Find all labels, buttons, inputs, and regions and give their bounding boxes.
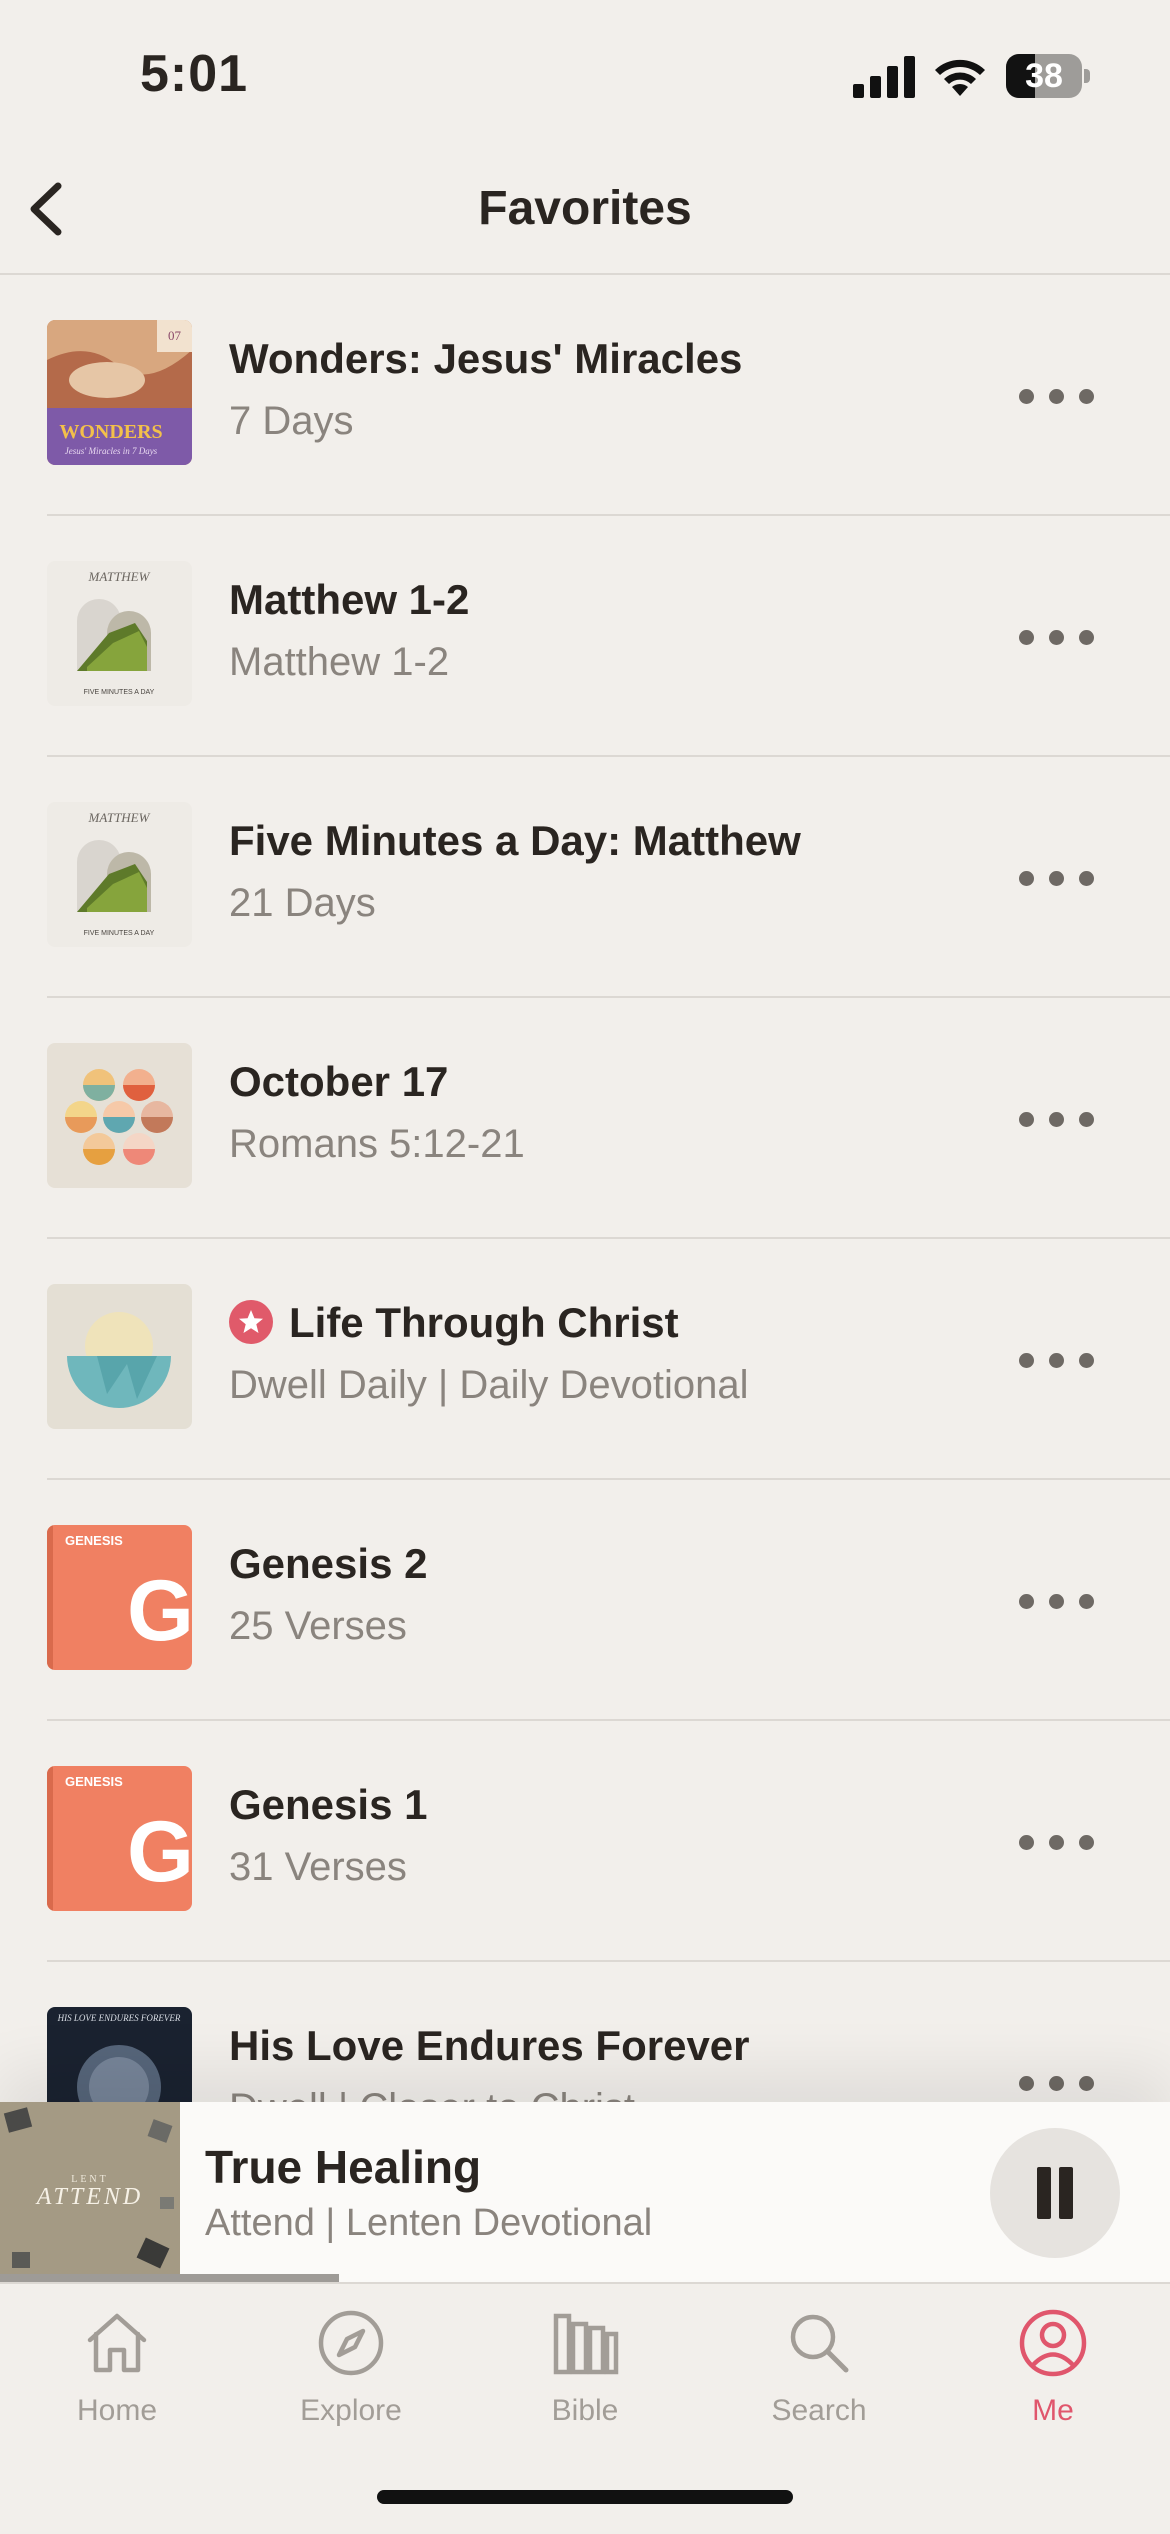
tab-label: Me bbox=[1032, 2394, 1074, 2427]
page-title: Favorites bbox=[478, 182, 692, 235]
wifi-icon bbox=[935, 59, 985, 96]
tab-label: Search bbox=[771, 2394, 867, 2427]
item-subtitle: 31 Verses bbox=[229, 1845, 407, 1889]
genesis-cover-letter: G bbox=[127, 1804, 192, 1900]
star-icon bbox=[229, 1300, 273, 1344]
item-title: Genesis 1 bbox=[229, 1781, 428, 1828]
more-options-icon[interactable] bbox=[1017, 616, 1097, 656]
mini-player[interactable]: LENT ATTEND True Healing Attend | Lenten… bbox=[0, 2102, 1170, 2284]
genesis-cover-word: GENESIS bbox=[65, 1533, 123, 1548]
tab-home[interactable]: Home bbox=[0, 2304, 234, 2454]
player-title: True Healing bbox=[205, 2141, 482, 2193]
pause-icon[interactable] bbox=[990, 2128, 1120, 2258]
tab-bible[interactable]: Bible bbox=[468, 2304, 702, 2454]
item-title: His Love Endures Forever bbox=[229, 2022, 750, 2069]
home-icon bbox=[87, 2313, 147, 2373]
list-item[interactable]: GENESIS G Genesis 1 31 Verses bbox=[47, 1721, 1170, 1962]
genesis-cover-image: GENESIS G bbox=[47, 1525, 192, 1670]
list-item[interactable]: October 17 Romans 5:12-21 bbox=[47, 998, 1170, 1239]
search-icon bbox=[790, 2314, 849, 2373]
attend-cover-image: LENT ATTEND bbox=[0, 2102, 180, 2282]
more-options-icon[interactable] bbox=[1017, 857, 1097, 897]
tab-me[interactable]: Me bbox=[936, 2304, 1170, 2454]
tab-label: Home bbox=[76, 2394, 158, 2427]
his-love-cover-word: HIS LOVE ENDURES FOREVER bbox=[57, 2013, 181, 2023]
his-love-cover-image: HIS LOVE ENDURES FOREVER bbox=[47, 2007, 192, 2102]
more-options-icon[interactable] bbox=[1017, 1339, 1097, 1379]
item-title: Five Minutes a Day: Matthew bbox=[229, 817, 801, 864]
item-subtitle: Romans 5:12-21 bbox=[229, 1122, 525, 1166]
matthew-cover-caption: FIVE MINUTES A DAY bbox=[84, 930, 155, 937]
list-item[interactable]: MATTHEW FIVE MINUTES A DAY Matthew 1-2 M… bbox=[47, 516, 1170, 757]
genesis-cover-letter: G bbox=[127, 1563, 192, 1659]
matthew-cover-caption: FIVE MINUTES A DAY bbox=[84, 689, 155, 696]
item-subtitle: Dwell | Closer to Christ bbox=[229, 2086, 635, 2102]
status-time: 5:01 bbox=[140, 45, 249, 103]
attend-cover-word: ATTEND bbox=[35, 2184, 143, 2210]
item-title: Matthew 1-2 bbox=[229, 576, 470, 623]
item-title-text: Life Through Christ bbox=[289, 1299, 679, 1346]
list-item[interactable]: 07 WONDERS Jesus' Miracles in 7 Days Won… bbox=[47, 275, 1170, 516]
battery-percent: 38 bbox=[1025, 57, 1063, 95]
matthew-cover-word: MATTHEW bbox=[88, 569, 151, 584]
item-title: Life Through Christ bbox=[229, 1299, 679, 1347]
more-options-icon[interactable] bbox=[1017, 2062, 1097, 2102]
item-subtitle: Matthew 1-2 bbox=[229, 640, 450, 684]
home-indicator bbox=[377, 2490, 793, 2504]
battery-icon: 38 bbox=[1006, 54, 1090, 98]
matthew-cover-image: MATTHEW FIVE MINUTES A DAY bbox=[47, 561, 192, 706]
list-item[interactable]: GENESIS G Genesis 2 25 Verses bbox=[47, 1480, 1170, 1721]
item-title: October 17 bbox=[229, 1058, 449, 1105]
tab-explore[interactable]: Explore bbox=[234, 2304, 468, 2454]
item-subtitle: 21 Days bbox=[229, 881, 376, 925]
nav-header: Favorites bbox=[0, 150, 1170, 275]
player-subtitle: Attend | Lenten Devotional bbox=[205, 2202, 653, 2244]
matthew-cover-image: MATTHEW FIVE MINUTES A DAY bbox=[47, 802, 192, 947]
more-options-icon[interactable] bbox=[1017, 1580, 1097, 1620]
item-title: Wonders: Jesus' Miracles bbox=[229, 335, 743, 382]
item-subtitle: 7 Days bbox=[229, 399, 354, 443]
list-item[interactable]: MATTHEW FIVE MINUTES A DAY Five Minutes … bbox=[47, 757, 1170, 998]
item-title: Genesis 2 bbox=[229, 1540, 428, 1587]
list-item[interactable]: Life Through Christ Dwell Daily | Daily … bbox=[47, 1239, 1170, 1480]
more-options-icon[interactable] bbox=[1017, 1098, 1097, 1138]
profile-icon bbox=[1019, 2309, 1087, 2377]
item-subtitle: 25 Verses bbox=[229, 1604, 407, 1648]
compass-icon bbox=[318, 2310, 384, 2376]
item-subtitle: Dwell Daily | Daily Devotional bbox=[229, 1363, 749, 1407]
tab-label: Bible bbox=[551, 2394, 619, 2427]
tab-search[interactable]: Search bbox=[702, 2304, 936, 2454]
devotional-cover-image bbox=[47, 1284, 192, 1429]
tab-label: Explore bbox=[300, 2394, 402, 2427]
bible-icon bbox=[553, 2313, 619, 2375]
status-bar: 5:01 38 bbox=[0, 0, 1170, 150]
wonders-cover-caption: Jesus' Miracles in 7 Days bbox=[65, 446, 158, 456]
genesis-cover-image: GENESIS G bbox=[47, 1766, 192, 1911]
matthew-cover-word: MATTHEW bbox=[88, 810, 151, 825]
more-options-icon[interactable] bbox=[1017, 1821, 1097, 1861]
more-options-icon[interactable] bbox=[1017, 375, 1097, 415]
cellular-signal-icon bbox=[853, 56, 915, 98]
wonders-cover-word: WONDERS bbox=[59, 421, 162, 443]
list-item[interactable]: HIS LOVE ENDURES FOREVER His Love Endure… bbox=[47, 1962, 1170, 2102]
wonders-badge: 07 bbox=[168, 328, 182, 343]
plan-cover-image bbox=[47, 1043, 192, 1188]
genesis-cover-word: GENESIS bbox=[65, 1774, 123, 1789]
wonders-cover-image: 07 WONDERS Jesus' Miracles in 7 Days bbox=[47, 320, 192, 465]
favorites-list: 07 WONDERS Jesus' Miracles in 7 Days Won… bbox=[0, 275, 1170, 2102]
